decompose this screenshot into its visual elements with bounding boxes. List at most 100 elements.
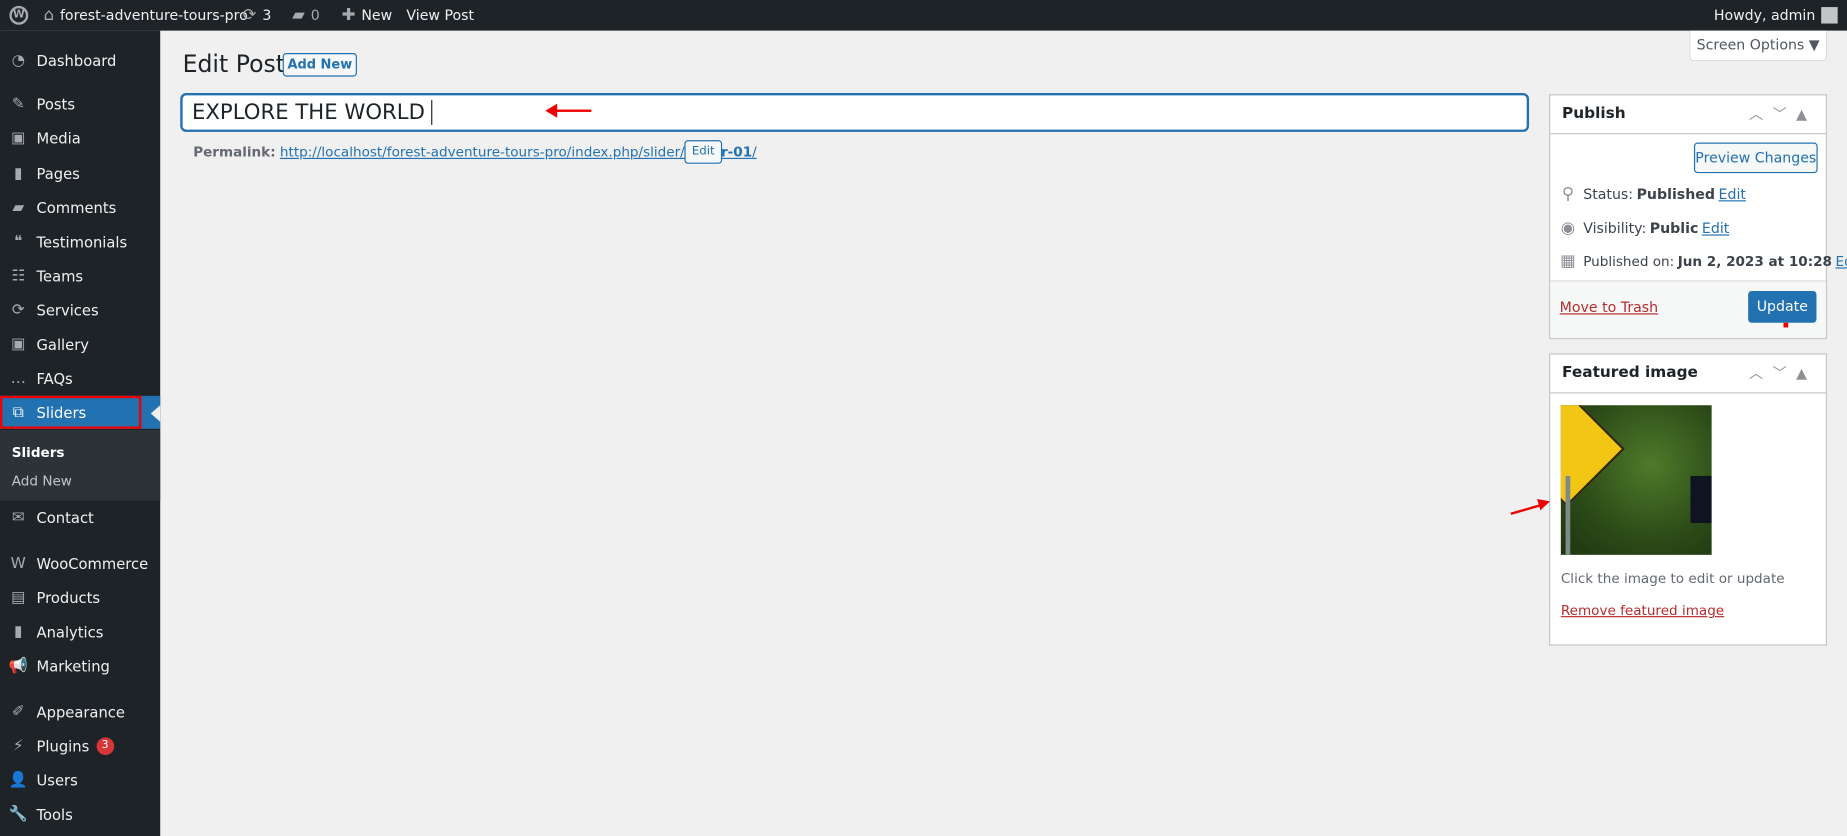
sidebar-item-label: Appearance (36, 702, 125, 721)
post-title-input[interactable]: EXPLORE THE WORLD (181, 94, 1528, 131)
sidebar-item-label: Comments (36, 198, 117, 217)
view-post-link[interactable]: View Post (406, 0, 474, 31)
sidebar-item-dashboard[interactable]: ◔ Dashboard (0, 44, 160, 77)
box-controls[interactable]: ︿﹀▲ (1749, 95, 1816, 133)
sidebar-item-label: WooCommerce (36, 554, 149, 572)
sidebar-item-label: Marketing (36, 656, 110, 675)
edit-visibility-link[interactable]: Edit (1702, 220, 1729, 236)
comments-link[interactable]: ▰ 0 (292, 0, 320, 31)
gallery-icon: ▣ (11, 335, 26, 353)
updates-link[interactable]: ⟳ 3 (243, 0, 272, 31)
sidebar-item-tools[interactable]: 🔧 Tools (0, 798, 160, 831)
move-to-trash-link[interactable]: Move to Trash (1560, 299, 1658, 315)
featured-image-box: Featured image ︿﹀▲ Click the image to edi… (1549, 353, 1828, 646)
testimonial-icon: ❝ (14, 232, 23, 251)
sidebar-item-testimonials[interactable]: ❝ Testimonials (0, 225, 160, 258)
publish-box: Publish ︿﹀▲ Preview Changes ⚲ Status: Publi… (1549, 94, 1847, 340)
groups-icon: ☷ (11, 266, 26, 285)
home-icon: ⌂ (43, 5, 55, 25)
annotation-arrow (553, 109, 592, 112)
permalink: Permalink: http://localhost/forest-adven… (193, 143, 757, 161)
sidebar-item-media[interactable]: ▣ Media (0, 121, 160, 154)
update-button[interactable]: Update (1748, 290, 1817, 323)
sidebar-item-label: Sliders (36, 403, 87, 422)
sidebar-item-faqs[interactable]: … FAQs (0, 362, 160, 395)
sidebar-item-label: Tools (36, 805, 73, 823)
sidebar-item-sliders[interactable]: ⧉ Sliders (0, 395, 142, 429)
slides-icon: ⧉ (12, 403, 24, 422)
sliders-submenu: Sliders Add New (0, 429, 161, 501)
sidebar-item-label: Pages (36, 164, 80, 183)
wordpress-logo-icon[interactable]: W (9, 0, 29, 31)
megaphone-icon: 📢 (8, 656, 28, 675)
sidebar-item-label: Plugins (36, 736, 90, 755)
sidebar-item-users[interactable]: 👤 Users (0, 763, 160, 796)
chart-bar-icon: ▮ (14, 622, 23, 641)
sidebar-item-label: Products (36, 588, 101, 607)
submenu-item-sliders[interactable]: Sliders (12, 444, 65, 460)
sidebar-item-label: Analytics (36, 622, 104, 641)
sign-pole (1565, 475, 1571, 555)
remove-featured-image-link[interactable]: Remove featured image (1561, 602, 1724, 618)
kangaroo-sign (1560, 405, 1626, 508)
sidebar-item-pages[interactable]: ▮ Pages (0, 157, 160, 190)
box-controls[interactable]: ︿﹀▲ (1749, 355, 1816, 393)
wrench-icon: 🔧 (8, 805, 28, 823)
sidebar-item-label: Services (36, 300, 99, 319)
sidebar-item-posts[interactable]: ✎ Posts (0, 87, 160, 120)
preview-changes-button[interactable]: Preview Changes (1693, 142, 1818, 174)
edit-status-link[interactable]: Edit (1719, 186, 1746, 202)
sidebar-item-comments[interactable]: ▰ Comments (0, 191, 160, 224)
plus-icon: ✚ (341, 5, 356, 25)
sidebar-item-teams[interactable]: ☷ Teams (0, 259, 160, 292)
sidebar-item-label: Gallery (36, 335, 89, 353)
sidebar-item-services[interactable]: ⟳ Services (0, 293, 160, 326)
featured-image-hint: Click the image to edit or update (1560, 570, 1785, 587)
sidebar-item-label: Teams (36, 266, 84, 285)
calendar-icon: ▦ (1560, 252, 1576, 271)
site-name-link[interactable]: ⌂ forest-adventure-tours-pro (44, 0, 248, 31)
sidebar-item-plugins[interactable]: ⚡ Plugins 3 (0, 729, 160, 762)
publish-box-title: Publish (1562, 104, 1626, 123)
my-account[interactable]: Howdy, admin (1714, 0, 1838, 31)
pin-icon: ⚲ (1561, 184, 1574, 204)
edit-permalink-button[interactable]: Edit (684, 140, 723, 164)
page-title: Edit Post (182, 49, 286, 78)
sidebar-item-label: Contact (36, 508, 94, 526)
featured-image-title: Featured image (1562, 364, 1698, 382)
sidebar-item-analytics[interactable]: ▮ Analytics (0, 615, 160, 648)
screen-options-button[interactable]: Screen Options ▼ (1689, 30, 1828, 62)
admin-menu: ◔ Dashboard ✎ Posts ▣ Media ▮ Pages ▰ Comments ❝ Te… (0, 30, 161, 836)
faq-icon: … (10, 369, 26, 387)
sidebar-item-woocommerce[interactable]: W WooCommerce (0, 547, 160, 580)
current-menu-arrow (150, 405, 161, 422)
pages-icon: ▮ (14, 164, 23, 183)
sidebar-item-label: Posts (36, 94, 76, 113)
sidebar-item-label: Users (36, 771, 78, 789)
comment-icon: ▰ (12, 198, 25, 217)
add-new-button[interactable]: Add New (282, 53, 357, 77)
media-icon: ▣ (11, 128, 26, 147)
text-cursor (430, 100, 439, 125)
plugin-icon: ⚡ (12, 736, 24, 755)
sidebar-item-label: FAQs (36, 369, 73, 387)
update-icon: ⟳ (242, 5, 257, 25)
sidebar-item-appearance[interactable]: ✐ Appearance (0, 695, 160, 728)
brush-icon: ✐ (11, 702, 25, 721)
new-content-link[interactable]: ✚ New (342, 0, 393, 31)
sidebar-item-products[interactable]: ▤ Products (0, 581, 160, 614)
sidebar-item-label: Media (36, 128, 81, 147)
pin-icon: ✎ (11, 94, 25, 113)
email-icon: ✉ (11, 508, 25, 526)
sidebar-item-gallery[interactable]: ▣ Gallery (0, 327, 160, 360)
admin-bar: W ⌂ forest-adventure-tours-pro ⟳ 3 ▰ 0 ✚ New… (0, 0, 1847, 31)
sidebar-item-contact[interactable]: ✉ Contact (0, 501, 160, 534)
submenu-item-add-new[interactable]: Add New (12, 472, 72, 488)
car (1690, 475, 1712, 524)
plugins-update-badge: 3 (96, 736, 115, 755)
active-menu-extension (141, 395, 161, 429)
featured-image[interactable] (1560, 405, 1712, 555)
sidebar-item-marketing[interactable]: 📢 Marketing (0, 649, 160, 682)
edit-date-link[interactable]: Edit (1836, 253, 1847, 269)
publish-actions: Move to Trash Update (1550, 280, 1826, 339)
